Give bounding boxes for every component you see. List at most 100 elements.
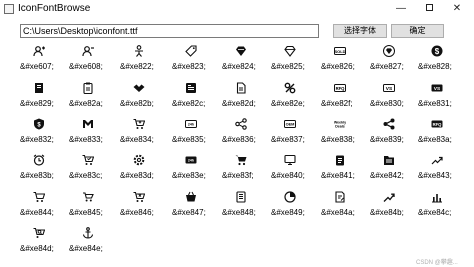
svg-text:Deals: Deals <box>335 124 345 128</box>
stat-filled-icon: 24h <box>185 154 197 166</box>
news-icon <box>185 82 197 94</box>
window-title: IconFontBrowse <box>18 3 91 14</box>
icon-cell[interactable]: &#xe833; <box>69 114 123 150</box>
diamond-filled-icon <box>383 45 395 57</box>
icon-cell[interactable]: Weekly Deals &#xe838; <box>321 114 375 150</box>
icon-cell[interactable]: &#xe83c; <box>69 150 123 186</box>
svg-text:RFQ: RFQ <box>336 86 346 91</box>
svg-text:24h: 24h <box>188 159 194 163</box>
icon-cell[interactable]: &#xe834; <box>120 114 174 150</box>
person-icon <box>133 45 145 57</box>
choose-font-button[interactable]: 选择字体 <box>333 24 387 38</box>
icon-cell[interactable]: &#xe847; <box>172 187 226 223</box>
clipboard-icon <box>82 82 94 94</box>
icon-cell[interactable]: &#xe843; <box>418 150 472 186</box>
icon-cell[interactable]: RFQ &#xe83a; <box>418 114 472 150</box>
icon-cell[interactable]: &#xe849; <box>271 187 325 223</box>
icon-cell[interactable]: &#xe844; <box>20 187 74 223</box>
icon-cell[interactable]: &#xe822; <box>120 41 174 77</box>
icon-cell[interactable]: $ &#xe832; <box>20 114 74 150</box>
user-minus-icon <box>82 45 94 57</box>
icon-cell[interactable]: &#xe84a; <box>321 187 375 223</box>
icon-cell[interactable]: &#xe608; <box>69 41 123 77</box>
book-icon <box>33 82 45 94</box>
icon-code-label: &#xe84c; <box>418 208 452 217</box>
icon-cell[interactable]: &#xe829; <box>20 78 74 114</box>
screen-icon <box>284 154 296 166</box>
icon-cell[interactable]: &#xe84d; <box>20 223 74 259</box>
icon-cell[interactable]: &#xe607; <box>20 41 74 77</box>
icon-cell[interactable]: RFQ &#xe82f; <box>321 78 375 114</box>
dollar-circle-icon: $ <box>431 45 443 57</box>
share-filled-icon <box>383 118 395 130</box>
title-bar: IconFontBrowse — ✕ <box>0 0 474 18</box>
icon-cell[interactable]: &#xe848; <box>222 187 276 223</box>
vs-badge-filled-icon: VS <box>431 82 443 94</box>
basket-icon <box>185 191 197 203</box>
maximize-button[interactable] <box>418 0 440 17</box>
weekly-deals-icon: Weekly Deals <box>334 118 346 130</box>
icon-cell[interactable]: $ &#xe828; <box>418 41 472 77</box>
svg-text:VS: VS <box>434 86 441 92</box>
svg-text:VS: VS <box>386 86 393 92</box>
minimize-button[interactable]: — <box>390 0 412 17</box>
icon-cell[interactable]: &#xe84e; <box>69 223 123 259</box>
close-button[interactable]: ✕ <box>446 0 468 17</box>
trend-up-line-icon <box>383 191 395 203</box>
icon-cell[interactable]: 24h &#xe83e; <box>172 150 226 186</box>
cart-small-icon <box>82 191 94 203</box>
watermark: CSDN @攀趣... <box>416 260 458 266</box>
icon-cell[interactable]: VS &#xe831; <box>418 78 472 114</box>
icon-cell[interactable]: &#xe836; <box>222 114 276 150</box>
icon-cell[interactable]: &#xe841; <box>321 150 375 186</box>
document-icon <box>235 82 247 94</box>
icon-cell[interactable]: &#xe827; <box>370 41 424 77</box>
icon-cell[interactable]: &#xe84c; <box>418 187 472 223</box>
cart-icon <box>235 154 247 166</box>
confirm-button[interactable]: 确定 <box>391 24 444 38</box>
font-path-input[interactable] <box>20 24 319 38</box>
trend-up-icon <box>431 154 443 166</box>
icon-cell[interactable]: &#xe83b; <box>20 150 74 186</box>
tag-icon <box>185 45 197 57</box>
clipboard-list-icon <box>334 154 346 166</box>
icon-cell[interactable]: &#xe82e; <box>271 78 325 114</box>
anchor-icon <box>82 227 94 239</box>
app-icon <box>4 4 14 14</box>
icon-cell[interactable]: SOLD &#xe826; <box>321 41 375 77</box>
rfq-badge-icon: RFQ <box>334 82 346 94</box>
doc-lines-icon <box>235 191 247 203</box>
icon-cell[interactable]: &#xe82d; <box>222 78 276 114</box>
svg-text:OEM: OEM <box>286 122 295 127</box>
icon-cell[interactable]: &#xe82c; <box>172 78 226 114</box>
icon-cell[interactable]: 24h &#xe835; <box>172 114 226 150</box>
icon-cell[interactable]: &#xe840; <box>271 150 325 186</box>
icon-cell[interactable]: &#xe823; <box>172 41 226 77</box>
icon-cell[interactable]: &#xe842; <box>370 150 424 186</box>
settings-cog-icon <box>133 154 145 166</box>
icon-code-label: &#xe83a; <box>418 135 452 144</box>
icon-cell[interactable]: &#xe83d; <box>120 150 174 186</box>
icon-cell[interactable]: &#xe83f; <box>222 150 276 186</box>
svg-text:$: $ <box>435 47 440 56</box>
diamond-outline-icon <box>284 45 296 57</box>
icon-cell[interactable]: &#xe84b; <box>370 187 424 223</box>
icon-code-label: &#xe822; <box>120 62 154 71</box>
pie-chart-icon <box>284 191 296 203</box>
icon-cell[interactable]: &#xe825; <box>271 41 325 77</box>
cart-search-icon <box>33 227 45 239</box>
icon-cell[interactable]: &#xe846; <box>120 187 174 223</box>
icon-cell[interactable]: &#xe839; <box>370 114 424 150</box>
icon-cell[interactable]: &#xe824; <box>222 41 276 77</box>
cart-check-icon <box>82 154 94 166</box>
icon-cell[interactable]: &#xe845; <box>69 187 123 223</box>
icon-cell[interactable]: VS &#xe830; <box>370 78 424 114</box>
icon-code-label: &#xe828; <box>418 62 452 71</box>
icon-cell[interactable]: OEM &#xe837; <box>271 114 325 150</box>
alarm-icon <box>33 154 45 166</box>
icon-cell[interactable]: &#xe82a; <box>69 78 123 114</box>
icon-cell[interactable]: &#xe82b; <box>120 78 174 114</box>
percent-icon <box>284 82 296 94</box>
share-icon <box>235 118 247 130</box>
sold-badge-icon: SOLD <box>334 45 346 57</box>
